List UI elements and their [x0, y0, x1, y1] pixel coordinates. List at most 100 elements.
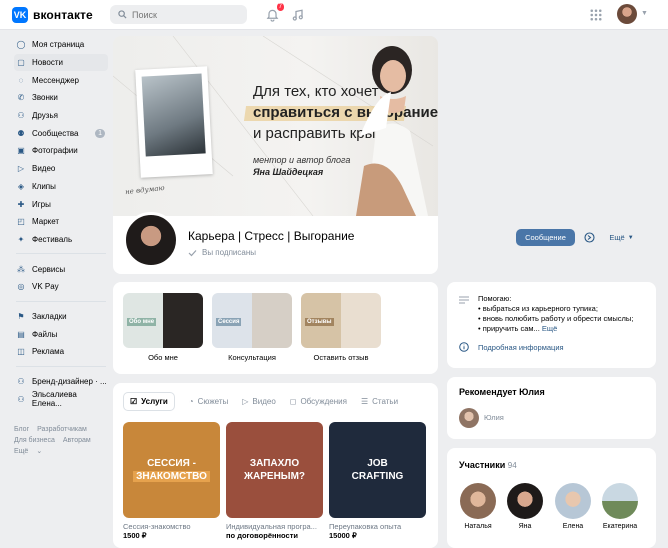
sidebar-item-news[interactable]: ▢ Новости	[14, 53, 108, 72]
sidebar-divider	[16, 300, 106, 302]
tile-label: Отзывы	[305, 318, 334, 326]
service-caption-2[interactable]: Индивидуальная програ...	[226, 522, 317, 531]
notifications-button[interactable]: 7	[264, 3, 284, 23]
user-avatar[interactable]	[617, 4, 637, 24]
tile-label: Сессия	[216, 318, 242, 326]
music-button[interactable]	[290, 7, 306, 23]
polaroid-image	[141, 73, 206, 157]
sidebar-item-group-2[interactable]: ⚇ Эльсалиева Елена...	[14, 390, 108, 408]
detail-info-link[interactable]: Подробная информация	[478, 343, 564, 353]
discussion-icon: ◻	[289, 397, 297, 406]
search-box[interactable]	[110, 5, 247, 24]
tab-label: Статьи	[372, 397, 399, 406]
subscription-status[interactable]: Вы подписаны	[188, 248, 256, 257]
photo-icon: ▣	[17, 146, 25, 156]
sidebar-item-label: Маркет	[32, 217, 60, 227]
member-name[interactable]: Наталья	[456, 523, 500, 530]
search-input[interactable]	[132, 9, 232, 20]
sidebar-footer: Блог Разработчикам Для бизнеса Авторам Ещё…	[14, 426, 91, 455]
tab-label: Услуги	[141, 397, 168, 406]
member-avatar[interactable]	[460, 483, 496, 519]
sidebar-item-ads[interactable]: ◫ Реклама	[14, 343, 108, 361]
tab-video[interactable]: ▷ Видео	[242, 392, 276, 411]
tile-consultation[interactable]: Сессия	[212, 293, 292, 348]
message-button[interactable]: Сообщение	[516, 229, 575, 246]
content-tabs: ☑ Услуги ◔ Сюжеты ▷ Видео ◻ Обсуждения ☰ Стат…	[123, 392, 398, 411]
sidebar-item-label: Сообщества	[32, 128, 79, 138]
sidebar-item-friends[interactable]: ⚇ Друзья	[14, 107, 108, 125]
sidebar-item-messenger[interactable]: ◌ Мессенджер	[14, 71, 108, 89]
footer-link-blog[interactable]: Блог	[14, 426, 29, 433]
chevron-down-icon: ▼	[627, 234, 634, 241]
chevron-down-icon[interactable]: ▼	[641, 10, 648, 17]
sidebar-item-festival[interactable]: ✦ Фестиваль	[14, 231, 108, 249]
recommender-name[interactable]: Юлия	[484, 413, 504, 422]
service-caption-3[interactable]: Переупаковка опыта	[329, 522, 401, 531]
video-icon: ▷	[17, 164, 25, 174]
footer-link-more[interactable]: Ещё	[14, 448, 28, 455]
sidebar-item-services[interactable]: ⁂ Сервисы	[14, 260, 108, 278]
tab-stories[interactable]: ◔ Сюжеты	[189, 392, 228, 411]
sidebar-item-communities[interactable]: ⚉ Сообщества 1	[14, 124, 108, 142]
community-avatar[interactable]	[123, 212, 179, 268]
service-price-2: по договорённости	[226, 531, 298, 540]
footer-link-authors[interactable]: Авторам	[63, 437, 91, 444]
info-line-1: • выбраться из карьерного тупика;	[478, 304, 598, 313]
service-card-1[interactable]: СЕССИЯ - ЗНАКОМСТВО	[123, 422, 220, 518]
sidebar-item-video[interactable]: ▷ Видео	[14, 160, 108, 178]
tab-articles[interactable]: ☰ Статьи	[361, 392, 398, 411]
members-title: Участники	[459, 460, 506, 470]
ads-icon: ◫	[17, 347, 25, 357]
service-card-2[interactable]: ЗАПАХЛО ЖАРЕНЫМ?	[226, 422, 323, 518]
action-button[interactable]	[580, 229, 599, 246]
video-icon: ▷	[242, 397, 249, 406]
service-title-line-2-text: ЗНАКОМСТВО	[133, 471, 210, 482]
member-name[interactable]: Елена	[551, 523, 595, 530]
sidebar-item-clips[interactable]: ◈ Клипы	[14, 178, 108, 196]
bell-icon	[266, 9, 278, 22]
apps-button[interactable]	[588, 7, 604, 23]
recommender-avatar[interactable]	[459, 408, 479, 428]
footer-link-business[interactable]: Для бизнеса	[14, 437, 55, 444]
file-icon: ▤	[17, 329, 25, 339]
members-header[interactable]: Участники 94	[459, 460, 517, 470]
sidebar-item-my-page[interactable]: ◯ Моя страница	[14, 36, 108, 54]
sidebar-item-market[interactable]: ◰ Маркет	[14, 213, 108, 231]
service-caption-1[interactable]: Сессия-знакомство	[123, 522, 191, 531]
sidebar-item-files[interactable]: ▤ Файлы	[14, 325, 108, 343]
member-name[interactable]: Яна	[503, 523, 547, 530]
tile-reviews[interactable]: Отзывы	[301, 293, 381, 348]
sidebar-item-calls[interactable]: ✆ Звонки	[14, 89, 108, 107]
sidebar-item-games[interactable]: ✚ Игры	[14, 195, 108, 213]
sidebar-item-label: Друзья	[32, 111, 58, 121]
tile-caption-reviews[interactable]: Оставить отзыв	[301, 353, 381, 362]
more-button[interactable]: Ещё ▼	[603, 229, 640, 246]
tab-services[interactable]: ☑ Услуги	[123, 392, 175, 411]
service-title-line-1: ЗАПАХЛО	[249, 458, 300, 469]
footer-link-developers[interactable]: Разработчикам	[37, 426, 87, 433]
sidebar-item-label: Закладки	[32, 311, 67, 321]
member-avatar[interactable]	[602, 483, 638, 519]
tab-discussions[interactable]: ◻ Обсуждения	[290, 392, 347, 411]
arrow-circle-icon	[584, 232, 595, 243]
service-title-line-1: JOB	[367, 458, 388, 469]
sidebar-item-bookmarks[interactable]: ⚑ Закладки	[14, 308, 108, 326]
sidebar-divider	[16, 253, 106, 255]
tab-label: Видео	[252, 397, 276, 406]
sidebar-item-group-1[interactable]: ⚇ Бренд-дизайнер · ...	[14, 373, 108, 391]
info-more-link[interactable]: Ещё	[542, 324, 557, 333]
communities-icon: ⚉	[17, 128, 25, 138]
tile-caption-about[interactable]: Обо мне	[123, 353, 203, 362]
sidebar-item-label: Бренд-дизайнер · ...	[32, 377, 107, 387]
tile-caption-consultation[interactable]: Консультация	[212, 353, 292, 362]
sidebar-item-label: Реклама	[32, 347, 65, 357]
tile-about[interactable]: Обо мне	[123, 293, 203, 348]
member-avatar[interactable]	[507, 483, 543, 519]
sidebar-item-label: Звонки	[32, 93, 58, 103]
service-card-3[interactable]: JOB CRAFTING	[329, 422, 426, 518]
member-name[interactable]: Екатерина	[598, 523, 642, 530]
sidebar-item-vkpay[interactable]: ◎ VK Pay	[14, 278, 108, 296]
sidebar-item-photos[interactable]: ▣ Фотографии	[14, 142, 108, 160]
member-avatar[interactable]	[555, 483, 591, 519]
vk-logo[interactable]: VK вконтакте	[12, 7, 93, 23]
